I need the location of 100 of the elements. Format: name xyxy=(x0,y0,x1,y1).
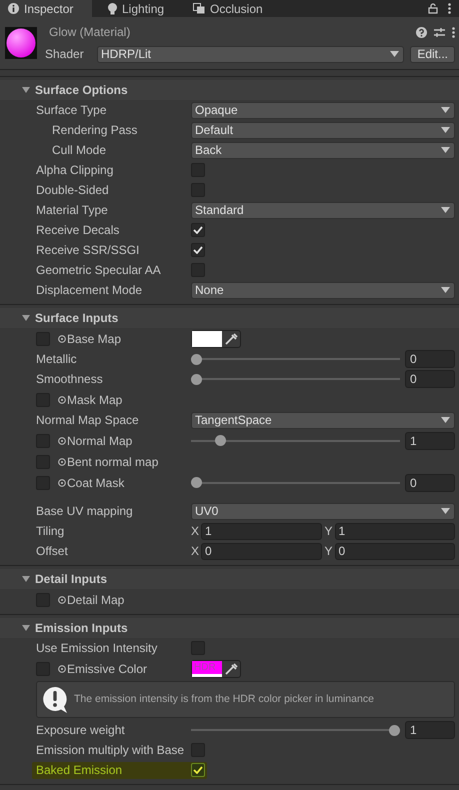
dropdown[interactable]: None xyxy=(191,282,455,298)
axis-label: X xyxy=(191,523,200,540)
field-label: Normal Map xyxy=(67,432,132,450)
expanded-arrow-icon xyxy=(22,314,30,322)
more-vertical-icon[interactable] xyxy=(448,3,451,14)
field-label: Base UV mapping xyxy=(36,503,133,520)
warning-bubble-icon xyxy=(42,686,68,714)
number-field[interactable]: 1 xyxy=(405,721,455,739)
sphere-icon xyxy=(5,27,37,59)
tab[interactable]: Occlusion xyxy=(177,0,262,17)
slider-thumb[interactable] xyxy=(191,374,202,384)
number-field[interactable]: 1 xyxy=(201,522,322,540)
section-header[interactable]: Surface Inputs xyxy=(0,308,459,328)
field-label: Double-Sided xyxy=(36,182,109,199)
number-field[interactable]: 0 xyxy=(405,350,455,368)
help-text: The emission intensity is from the HDR color picker in luminance xyxy=(74,692,374,707)
dropdown[interactable]: TangentSpace xyxy=(191,412,455,428)
slider-thumb[interactable] xyxy=(389,724,400,736)
help-icon[interactable] xyxy=(416,26,427,38)
checkmark-icon xyxy=(193,246,203,254)
slider-track[interactable] xyxy=(191,353,400,365)
section-header[interactable]: Surface Options xyxy=(0,80,459,100)
number-field[interactable]: 0 xyxy=(405,474,455,492)
field-label: Normal Map Space xyxy=(36,412,139,429)
axis-label: Y xyxy=(324,543,333,560)
section-header[interactable]: Detail Inputs xyxy=(0,569,459,589)
field-label: Material Type xyxy=(36,202,108,219)
field-label: Exposure weight xyxy=(36,722,125,739)
dropdown[interactable]: HDRP/Lit xyxy=(97,46,404,62)
dropdown[interactable]: Opaque xyxy=(191,102,455,118)
target-icon xyxy=(58,596,66,604)
color-swatch[interactable] xyxy=(192,330,222,346)
material-title: Glow (Material) xyxy=(49,24,130,41)
number-field[interactable]: 0 xyxy=(405,370,455,388)
caret-icon xyxy=(441,417,450,423)
lightbulb-icon xyxy=(108,2,117,14)
lock-icon[interactable] xyxy=(428,3,438,14)
edit-button[interactable]: Edit... xyxy=(410,46,455,62)
sliders-icon[interactable] xyxy=(434,26,445,38)
field-label: Emission multiply with Base xyxy=(36,742,184,759)
field-label: Base Map xyxy=(67,330,122,348)
slider-thumb[interactable] xyxy=(191,354,202,364)
target-icon xyxy=(58,436,66,444)
more-vertical-icon[interactable] xyxy=(452,26,455,38)
target-icon xyxy=(58,478,66,486)
swatch-label: HDR xyxy=(193,660,217,674)
caret-icon xyxy=(441,147,450,153)
field-label: Smoothness xyxy=(36,371,103,388)
slider-track[interactable] xyxy=(191,724,400,736)
target-icon xyxy=(58,396,66,404)
slider-thumb[interactable] xyxy=(214,435,226,446)
slider-track[interactable] xyxy=(191,373,400,385)
field-label: Metallic xyxy=(36,351,77,368)
number-field[interactable]: 0 xyxy=(201,542,322,560)
field-label: Detail Map xyxy=(67,592,124,608)
checkbox[interactable] xyxy=(191,763,205,777)
slider-track[interactable] xyxy=(191,434,400,446)
dropdown[interactable]: Default xyxy=(191,122,455,138)
expanded-arrow-icon xyxy=(22,86,30,94)
checkmark-icon xyxy=(193,766,203,774)
dropdown[interactable]: Back xyxy=(191,142,455,158)
info-icon xyxy=(8,3,19,14)
checkbox[interactable] xyxy=(191,223,205,237)
eyedropper-icon[interactable] xyxy=(223,332,239,346)
field-label: Receive Decals xyxy=(36,222,120,239)
field-label: Baked Emission xyxy=(36,762,124,779)
field-label: Geometric Specular AA xyxy=(36,262,161,279)
field-label: Tiling xyxy=(36,523,64,540)
slider-track[interactable] xyxy=(191,476,400,488)
field-label: Coat Mask xyxy=(67,474,124,492)
caret-icon xyxy=(441,508,450,514)
field-label: Mask Map xyxy=(67,392,122,408)
target-icon xyxy=(58,458,66,466)
eyedropper-icon[interactable] xyxy=(223,662,239,676)
checkbox[interactable] xyxy=(191,243,205,257)
axis-label: Y xyxy=(324,523,333,540)
number-field[interactable]: 1 xyxy=(405,432,455,450)
target-icon xyxy=(58,334,66,342)
number-field[interactable]: 0 xyxy=(334,542,455,560)
field-label: Cull Mode xyxy=(52,142,106,159)
number-field[interactable]: 1 xyxy=(334,522,455,540)
dropdown[interactable]: UV0 xyxy=(191,502,455,520)
tab[interactable]: Inspector xyxy=(0,0,92,17)
axis-label: X xyxy=(191,543,200,560)
field-label: Offset xyxy=(36,543,68,560)
field-label: Surface Type xyxy=(36,102,106,119)
expanded-arrow-icon xyxy=(22,575,30,583)
dropdown[interactable]: Standard xyxy=(191,202,455,218)
tab[interactable]: Lighting xyxy=(92,0,177,17)
field-label: Bent normal map xyxy=(67,454,158,470)
field-label: Use Emission Intensity xyxy=(36,640,158,657)
target-icon xyxy=(58,664,66,672)
field-label: Displacement Mode xyxy=(36,282,142,299)
field-label: Alpha Clipping xyxy=(36,162,114,179)
caret-icon xyxy=(441,287,450,293)
slider-thumb[interactable] xyxy=(191,477,202,488)
caret-icon xyxy=(441,127,450,133)
section-header[interactable]: Emission Inputs xyxy=(0,618,459,638)
caret-icon xyxy=(390,51,400,57)
overlapping-squares-icon xyxy=(193,3,205,14)
